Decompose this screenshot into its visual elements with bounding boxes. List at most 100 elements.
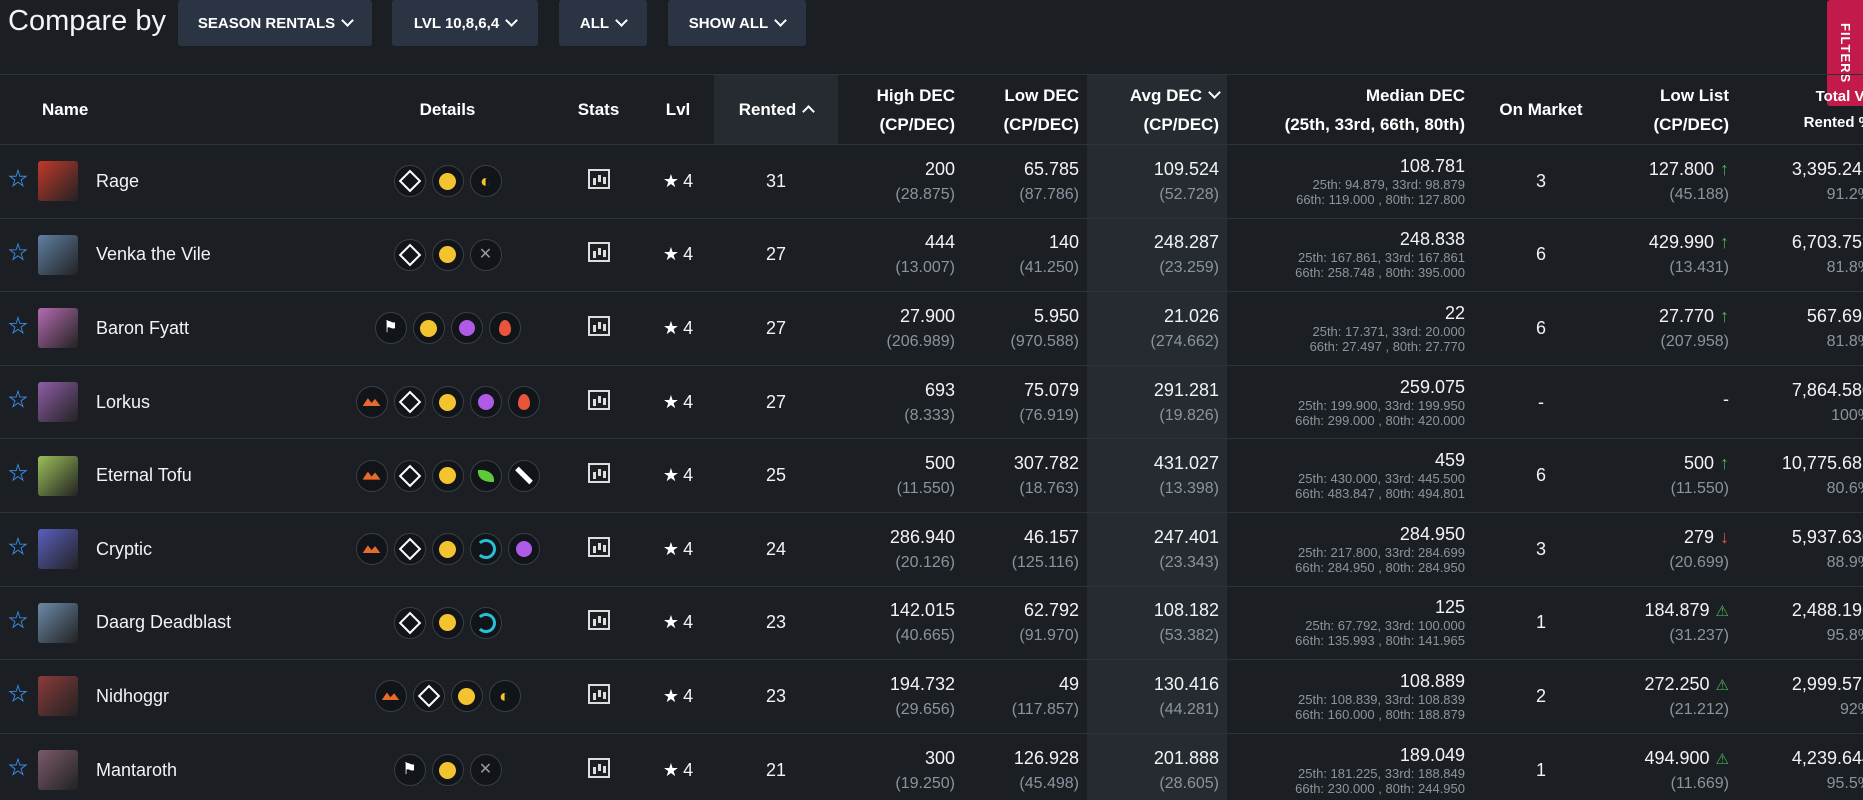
low-dec-cell: 49 (117.857) — [963, 660, 1087, 734]
favorite-star-icon[interactable] — [8, 610, 28, 629]
details-cell: ◐ — [340, 660, 555, 734]
name-cell: Eternal Tofu — [30, 439, 340, 513]
table-row[interactable]: Cryptic ★ 4 24 286.940 (20.126) 46.157 (125.116… — [0, 512, 1863, 587]
card-name[interactable]: Lorkus — [96, 392, 150, 413]
card-name[interactable]: Cryptic — [96, 539, 152, 560]
card-name[interactable]: Daarg Deadblast — [96, 612, 231, 633]
show-all-dropdown[interactable]: SHOW ALL — [668, 0, 806, 46]
card-name[interactable]: Eternal Tofu — [96, 465, 192, 486]
favorite-star-icon[interactable] — [8, 683, 28, 703]
card-avatar[interactable] — [38, 750, 78, 791]
card-name[interactable]: Mantaroth — [96, 760, 177, 781]
lvl-header[interactable]: Lvl — [642, 74, 714, 145]
low-list-cell: 27.770 ↑ (207.958) — [1609, 292, 1737, 366]
avg-dec-value: 247.401 — [1153, 526, 1219, 547]
card-avatar[interactable] — [38, 602, 78, 643]
card-avatar[interactable] — [38, 234, 78, 275]
card-avatar[interactable] — [38, 382, 78, 423]
stats-chart-icon[interactable] — [587, 389, 610, 410]
level-dropdown[interactable]: LVL 10,8,6,4 — [392, 0, 538, 46]
stats-chart-icon[interactable] — [587, 610, 610, 631]
total-value: 567.698 — [1806, 305, 1863, 326]
stats-chart-icon[interactable] — [587, 463, 610, 484]
total-value: 4,239.644 — [1791, 747, 1863, 768]
card-avatar[interactable] — [38, 676, 78, 717]
high-dec-cp: (13.007) — [895, 259, 955, 277]
card-name[interactable]: Nidhoggr — [96, 686, 169, 707]
stats-chart-icon[interactable] — [587, 168, 610, 189]
all-dropdown[interactable]: ALL — [559, 0, 647, 46]
star-icon: ★ — [662, 244, 680, 265]
median-dec-cell: 459 25th: 430.000, 33rd: 445.500 66th: 483… — [1227, 439, 1473, 513]
favorite-star-icon[interactable] — [8, 463, 28, 482]
avg-dec-cp: (13.398) — [1159, 480, 1219, 498]
on-market-cell: 6 — [1535, 465, 1546, 486]
total-value: 3,395.243 — [1791, 158, 1863, 179]
favorite-star-icon[interactable] — [8, 536, 28, 555]
stats-chart-icon[interactable] — [587, 683, 610, 704]
median-dec-cell: 125 25th: 67.792, 33rd: 100.000 66th: 135.… — [1227, 586, 1473, 660]
stats-chart-icon[interactable] — [587, 242, 610, 263]
card-avatar[interactable] — [38, 308, 78, 349]
stats-chart-icon[interactable] — [587, 315, 610, 336]
card-name[interactable]: Venka the Vile — [96, 244, 211, 265]
fire-icon — [507, 386, 540, 419]
gold-icon — [431, 459, 464, 492]
table-row[interactable]: Mantaroth ⚑ ✕ ★ 4 21 300 (19.250) 126.928 (45.498… — [0, 733, 1863, 800]
earth-icon — [355, 459, 388, 492]
low-dec-cell: 62.792 (91.970) — [963, 586, 1087, 660]
fav-cell — [0, 365, 30, 439]
total-value: 6,703.759 — [1791, 232, 1863, 253]
avg-dec-cell: 201.888 (28.605) — [1087, 733, 1227, 800]
favorite-star-icon[interactable] — [8, 242, 28, 261]
table-row[interactable]: Lorkus ★ 4 27 693 (8.333) 75.079 (76.919) 291.28… — [0, 365, 1863, 439]
card-name[interactable]: Baron Fyatt — [96, 318, 189, 339]
stats-header: Stats — [555, 74, 642, 145]
table-row[interactable]: Daarg Deadblast ★ 4 23 142.015 (40.665) 62.792… — [0, 586, 1863, 660]
median-dec-value: 108.889 — [1399, 670, 1465, 691]
low-dec-cp: (91.970) — [1019, 627, 1079, 645]
card-avatar[interactable] — [38, 529, 78, 570]
low-list-cp: (207.958) — [1660, 332, 1730, 350]
card-name[interactable]: Rage — [96, 171, 139, 192]
avg-dec-header[interactable]: Avg DEC (CP/DEC) — [1087, 74, 1227, 145]
low-dec-cp: (45.498) — [1019, 774, 1079, 792]
stats-cell — [555, 512, 642, 586]
gold-icon — [431, 754, 464, 787]
neutral-icon: ✕ — [469, 238, 502, 271]
stats-chart-icon[interactable] — [587, 757, 610, 778]
rented-pct: 95.5% — [1826, 774, 1863, 792]
total-value-header[interactable]: Total Va Rented % — [1737, 74, 1863, 145]
rented-pct: 81.8% — [1826, 332, 1863, 350]
lvl-value: 4 — [683, 317, 694, 338]
card-avatar[interactable] — [38, 161, 78, 202]
low-list-header[interactable]: Low List (CP/DEC) — [1609, 74, 1737, 145]
card-avatar[interactable] — [38, 455, 78, 496]
diamond-icon — [393, 165, 426, 198]
favorite-star-icon[interactable] — [8, 168, 28, 187]
table-row[interactable]: Rage ◐ ★ 4 31 200 (28.875) 65.785 (87.786) 109.52… — [0, 144, 1863, 219]
favorite-star-icon[interactable] — [8, 315, 28, 335]
high-dec-value: 693 — [924, 379, 955, 400]
table-row[interactable]: Eternal Tofu ★ 4 25 500 (11.550) 307.782 (18.76… — [0, 438, 1863, 513]
season-rentals-dropdown[interactable]: SEASON RENTALS — [178, 0, 372, 46]
stats-chart-icon[interactable] — [587, 536, 610, 557]
rented-header[interactable]: Rented — [714, 74, 838, 145]
rented-cell: 25 — [765, 465, 787, 486]
total-value-cell: 6,703.759 81.8% — [1737, 218, 1863, 292]
table-row[interactable]: Venka the Vile ✕ ★ 4 27 444 (13.007) 140 (41.250… — [0, 218, 1863, 292]
death-icon — [450, 312, 483, 345]
high-dec-header[interactable]: High DEC (CP/DEC) — [838, 74, 963, 145]
compare-toolbar: Compare by SEASON RENTALS LVL 10,8,6,4 A… — [0, 0, 1863, 46]
low-dec-header[interactable]: Low DEC (CP/DEC) — [963, 74, 1087, 145]
table-row[interactable]: Baron Fyatt ⚑ ★ 4 27 27.900 (206.989) 5.950 (970… — [0, 291, 1863, 366]
favorite-star-icon[interactable] — [8, 389, 28, 408]
stats-cell — [555, 145, 642, 219]
table-row[interactable]: Nidhoggr ◐ ★ 4 23 194.732 (29.656) 49 (117.857) 1… — [0, 659, 1863, 734]
median-dec-header[interactable]: Median DEC (25th, 33rd, 66th, 80th) — [1227, 74, 1473, 145]
chevron-down-icon — [505, 14, 519, 27]
favorite-star-icon[interactable] — [8, 757, 28, 776]
on-market-header[interactable]: On Market — [1473, 74, 1609, 145]
high-dec-cp: (40.665) — [895, 627, 955, 645]
name-header[interactable]: Name — [30, 74, 340, 145]
